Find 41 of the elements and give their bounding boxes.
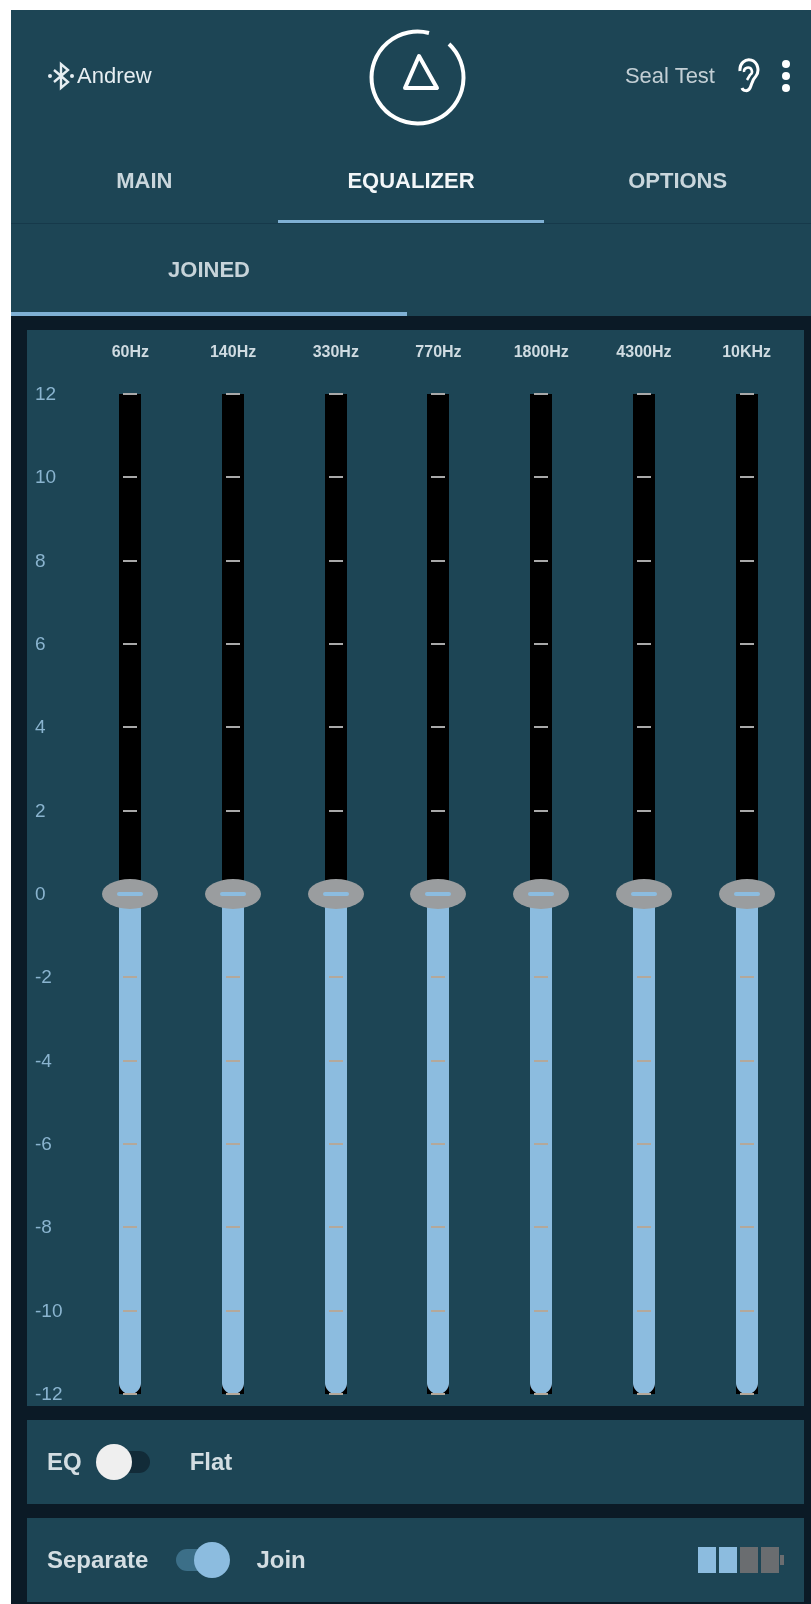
band-label: 4300Hz [615, 342, 673, 362]
tab[interactable]: OPTIONS [544, 138, 811, 223]
scale-label: 0 [35, 881, 47, 906]
slider-thumb[interactable] [718, 879, 775, 909]
band-label: 60Hz [110, 342, 151, 362]
scale-label: 12 [35, 382, 58, 406]
scale-label: 4 [35, 715, 47, 740]
separate-label: Separate [47, 1546, 149, 1574]
tab[interactable]: EQUALIZER [277, 138, 545, 223]
band-label: 330Hz [311, 342, 360, 362]
slider-thumb[interactable] [615, 879, 672, 909]
battery-icon [698, 1547, 784, 1573]
band-label: 10KHz [721, 342, 773, 362]
slider-thumb[interactable] [205, 879, 262, 909]
scale-label: -10 [35, 1298, 64, 1323]
slider-thumb[interactable] [513, 879, 570, 909]
scale-label: -4 [35, 1048, 53, 1073]
join-label: Join [256, 1546, 307, 1574]
seal-test-label[interactable]: Seal Test [624, 62, 715, 89]
scale-label: 10 [35, 465, 58, 490]
slider-thumb[interactable] [410, 879, 467, 909]
scale-label: 2 [35, 798, 47, 823]
band-label: 770Hz [414, 342, 463, 362]
scale-label: -2 [35, 965, 53, 990]
slider-thumb[interactable] [307, 879, 364, 909]
scale-label: -12 [35, 1381, 64, 1406]
scale-label: 6 [35, 632, 47, 656]
device-name[interactable]: Andrew [77, 62, 152, 89]
sub-tab[interactable]: JOINED [11, 224, 407, 316]
band-label: 140Hz [208, 342, 258, 362]
band-label: 1800Hz [512, 342, 570, 362]
bluetooth-icon [47, 60, 75, 91]
more-menu-icon[interactable] [781, 58, 791, 93]
tab[interactable]: MAIN [11, 138, 278, 223]
eq-label: EQ [47, 1448, 82, 1476]
ear-icon[interactable] [735, 57, 761, 94]
scale-label: -8 [35, 1215, 53, 1240]
scale-label: -6 [35, 1131, 53, 1156]
preset-label: Flat [189, 1448, 233, 1476]
scale-label: 8 [35, 548, 47, 573]
slider-thumb[interactable] [102, 879, 159, 909]
